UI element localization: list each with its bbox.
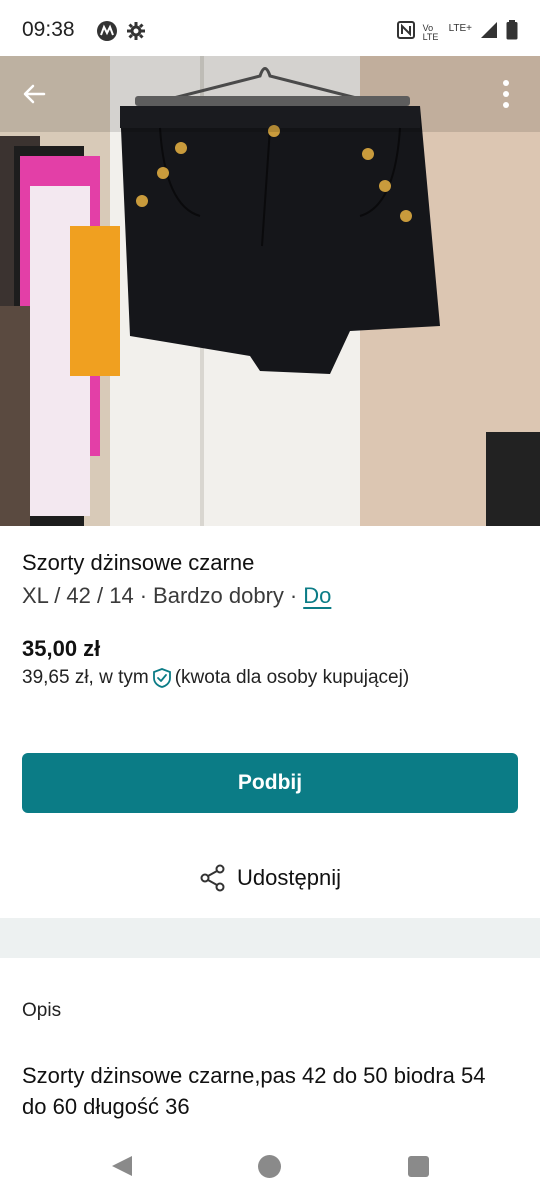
- item-price: 35,00 zł: [22, 636, 101, 661]
- bump-button[interactable]: Podbij: [22, 753, 518, 813]
- status-bar: 09:38 Vo LTE LTE+: [0, 0, 540, 56]
- back-button[interactable]: [14, 74, 54, 114]
- meta-separator: ·: [139, 583, 148, 608]
- status-left-icons: [96, 20, 146, 47]
- share-icon: [200, 864, 225, 892]
- nav-recents-icon[interactable]: [408, 1156, 429, 1177]
- price-total-note: (kwota dla osoby kupującej): [174, 667, 410, 688]
- price-total: 39,65 zł, w tym (kwota dla osoby kupując…: [22, 667, 409, 689]
- nav-back-icon[interactable]: [110, 1154, 134, 1178]
- battery-icon: [506, 20, 518, 45]
- item-title: Szorty dżinsowe czarne: [22, 550, 255, 575]
- system-nav-bar: [0, 1134, 540, 1200]
- volte-icon: Vo LTE: [422, 22, 439, 42]
- status-time: 09:38: [22, 18, 75, 41]
- description-text: Szorty dżinsowe czarne,pas 42 do 50 biod…: [22, 1063, 486, 1119]
- item-size: XL / 42 / 14: [22, 583, 134, 608]
- brand-link[interactable]: Do: [303, 583, 331, 609]
- meta-separator: ·: [289, 583, 298, 608]
- item-condition: Bardzo dobry: [153, 583, 284, 608]
- more-vert-icon: [503, 80, 509, 108]
- hero-toolbar: [0, 56, 540, 132]
- nav-home-icon[interactable]: [258, 1155, 281, 1178]
- back-arrow-icon: [23, 84, 46, 104]
- price-total-amount: 39,65 zł, w tym: [22, 667, 149, 688]
- item-meta: XL / 42 / 14 · Bardzo dobry · Do: [22, 583, 331, 609]
- buyer-protection-shield-icon[interactable]: [151, 667, 173, 689]
- share-button[interactable]: Udostępnij: [0, 852, 540, 904]
- gear-icon: [126, 21, 146, 46]
- share-label: Udostępnij: [237, 865, 341, 890]
- section-divider: [0, 918, 540, 958]
- more-options-button[interactable]: [490, 74, 522, 114]
- lte-signal-icon: [480, 21, 498, 44]
- description-heading: Opis: [22, 1000, 62, 1021]
- product-photo[interactable]: [0, 56, 540, 526]
- nfc-icon: [396, 21, 415, 44]
- status-right-icons: Vo LTE LTE+: [396, 20, 518, 45]
- motorola-icon: [96, 20, 118, 47]
- lte-label: LTE+: [448, 23, 472, 34]
